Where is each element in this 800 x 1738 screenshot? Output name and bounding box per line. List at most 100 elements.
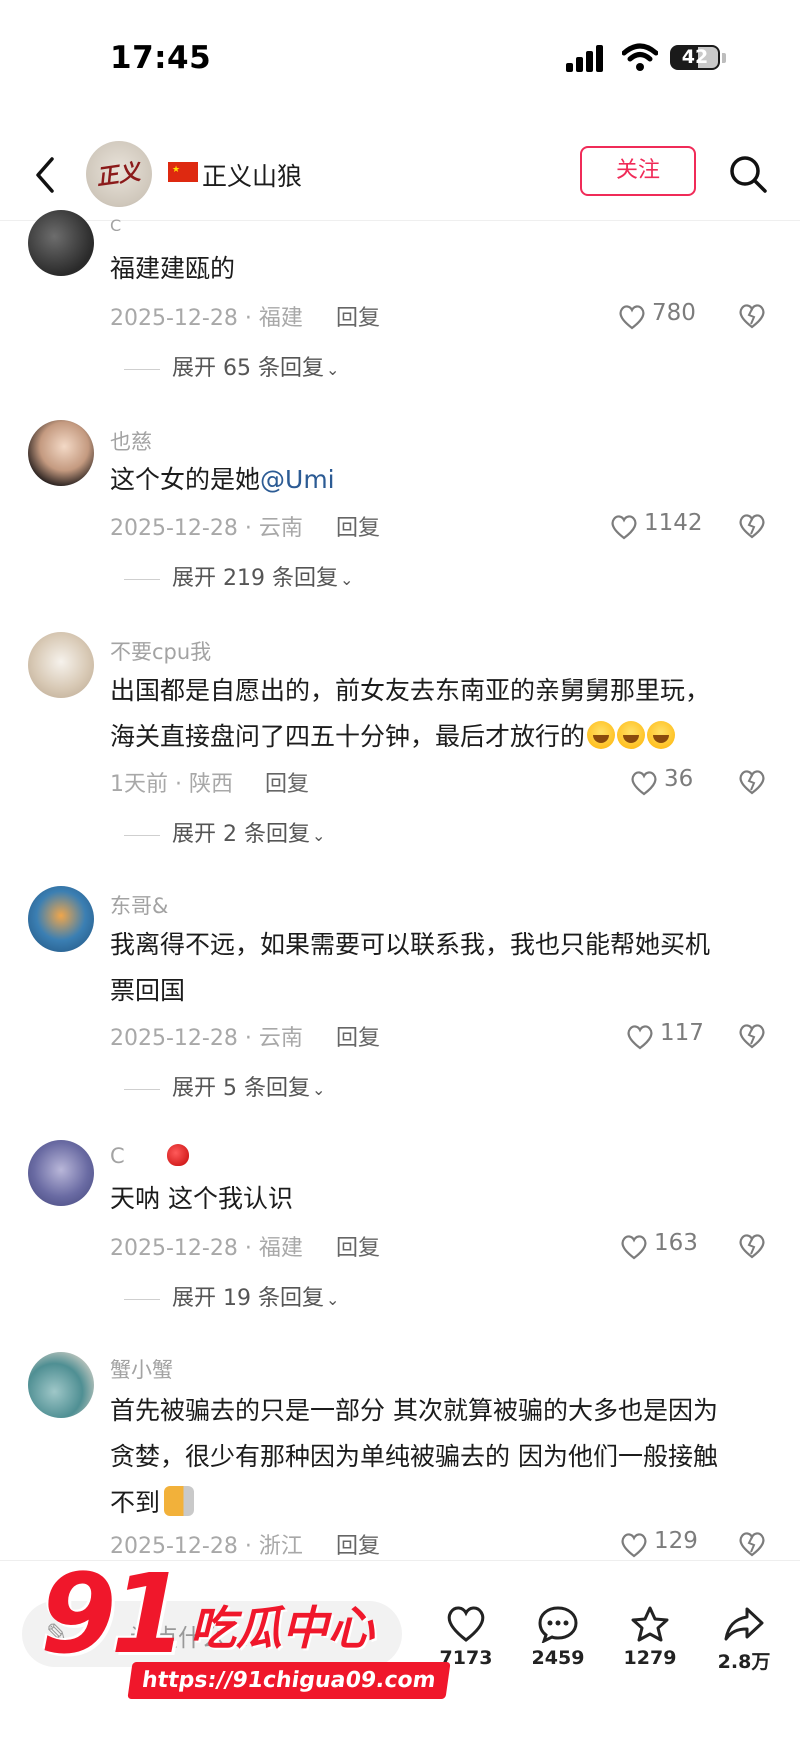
battery-icon: 42 [670,45,720,70]
expand-replies-button[interactable]: 展开 219 条回复 ⌄ [124,560,353,592]
signal-icon [566,44,608,72]
expand-replies-button[interactable]: 展开 2 条回复 ⌄ [124,816,325,848]
author-avatar[interactable]: 正义 [86,141,152,207]
dislike-icon[interactable] [737,300,767,330]
laugh-cry-emoji [587,721,616,749]
dislike-icon[interactable] [737,1020,767,1050]
expand-replies-label: 展开 2 条回复 [172,822,310,847]
like-button[interactable]: 780 [618,296,708,336]
expand-replies-label: 展开 5 条回复 [172,1076,310,1101]
laugh-cry-emoji [617,721,646,749]
like-post-button[interactable]: 7173 [426,1605,506,1669]
china-flag-icon: ★ [168,162,198,182]
heart-icon [627,1025,653,1050]
heart-icon [621,1533,647,1558]
commenter-name[interactable]: C [110,1144,190,1168]
reply-button[interactable]: 回复 [336,1528,380,1560]
comment-text-line: 首先被骗去的只是一部分 其次就算被骗的大多也是因为 [110,1396,718,1425]
search-icon[interactable] [728,154,768,194]
commenter-avatar[interactable] [28,886,94,952]
commenter-name[interactable]: C [110,216,121,235]
like-count: 129 [654,1528,698,1554]
share-icon [724,1607,764,1641]
like-count: 36 [664,766,694,792]
post-share-count: 2.8万 [717,1651,771,1673]
commenter-avatar[interactable] [28,1352,94,1418]
heart-icon [621,1235,647,1260]
like-button[interactable]: 117 [626,1016,716,1056]
like-button[interactable]: 129 [620,1524,710,1564]
comment-text-line: 贪婪，很少有那种因为单纯被骗去的 因为他们一般接触 [110,1442,718,1471]
status-bar: 17:45 42 [0,0,800,110]
star-icon [631,1606,669,1642]
comment-date-location: 1天前 · 陕西 [110,772,233,797]
reply-button[interactable]: 回复 [336,510,380,542]
heart-icon [447,1606,485,1642]
pencil-icon: ✎ [46,1619,68,1649]
share-post-button[interactable]: 2.8万 [704,1605,784,1674]
commenter-avatar[interactable] [28,1140,94,1206]
post-favorite-count: 1279 [623,1647,677,1669]
comment-text: 福建建瓯的 [110,254,236,283]
reply-button[interactable]: 回复 [336,1230,380,1262]
commenter-avatar[interactable] [28,210,94,276]
comment-text: 天呐 这个我认识 [110,1184,293,1213]
battery-cap [722,53,726,63]
comment-text-line: 票回国 [110,976,186,1005]
commenter-avatar[interactable] [28,420,94,486]
comment-text-line: 我离得不远，如果需要可以联系我，我也只能帮她买机 [110,930,711,959]
battery-level: 42 [681,46,709,68]
commenter-name[interactable]: 蟹小蟹 [110,1354,173,1384]
comment-text: 这个女的是她@Umi [110,465,335,494]
reply-button[interactable]: 回复 [336,1020,380,1052]
expand-replies-label: 展开 65 条回复 [172,356,324,381]
comment-icon [538,1606,578,1643]
expand-replies-label: 展开 219 条回复 [172,566,338,591]
comment-input[interactable]: ✎ 说点什么... [22,1601,402,1667]
dislike-icon[interactable] [737,1528,767,1558]
like-count: 1142 [644,510,703,536]
comment-input-placeholder: 说点什么... [130,1624,249,1652]
commenter-name[interactable]: 也慈 [110,426,152,456]
heart-icon [619,305,645,330]
like-button[interactable]: 1142 [610,506,703,546]
like-button[interactable]: 36 [630,762,720,802]
dislike-icon[interactable] [737,1230,767,1260]
comment-post-button[interactable]: 2459 [518,1605,598,1669]
dislike-icon[interactable] [737,766,767,796]
like-count: 117 [660,1020,704,1046]
cat-emoji [164,1486,195,1516]
user-mention[interactable]: @Umi [260,465,335,494]
commenter-name[interactable]: 不要cpu我 [110,636,211,666]
comment-date-location: 2025-12-28 · 云南 [110,516,303,541]
comment-text-line: 海关直接盘问了四五十分钟，最后才放行的 [110,712,760,762]
expand-replies-label: 展开 19 条回复 [172,1286,324,1311]
reply-button[interactable]: 回复 [265,766,309,798]
follow-button[interactable]: 关注 [580,146,696,196]
laugh-cry-emoji [647,721,676,749]
comment-date-location: 2025-12-28 · 福建 [110,306,303,331]
heart-icon [631,771,657,796]
strawberry-icon [167,1144,190,1166]
comment-text-line: 出国都是自愿出的，前女友去东南亚的亲舅舅那里玩， [110,676,711,705]
back-icon[interactable] [30,155,60,195]
author-name[interactable]: 正义山狼 [202,157,302,193]
reply-button[interactable]: 回复 [336,300,380,332]
wifi-icon [622,43,658,71]
comment-page: 17:45 42 正义 ★ 正义山狼 关注 C 福建建瓯的 2025-12-28… [0,0,800,1738]
post-comment-count: 2459 [531,1647,585,1669]
like-button[interactable]: 163 [620,1226,710,1266]
expand-replies-button[interactable]: 展开 65 条回复 ⌄ [124,350,339,382]
expand-replies-button[interactable]: 展开 19 条回复 ⌄ [124,1280,339,1312]
favorite-post-button[interactable]: 1279 [610,1605,690,1669]
post-header: 正义 ★ 正义山狼 关注 [0,130,800,221]
comment-text-line: 不到 [110,1478,760,1528]
status-time: 17:45 [110,40,212,76]
like-count: 780 [652,300,696,326]
dislike-icon[interactable] [737,510,767,540]
post-like-count: 7173 [439,1647,493,1669]
commenter-name[interactable]: 东哥& [110,890,168,920]
expand-replies-button[interactable]: 展开 5 条回复 ⌄ [124,1070,325,1102]
comment-date-location: 2025-12-28 · 云南 [110,1026,303,1051]
commenter-avatar[interactable] [28,632,94,698]
